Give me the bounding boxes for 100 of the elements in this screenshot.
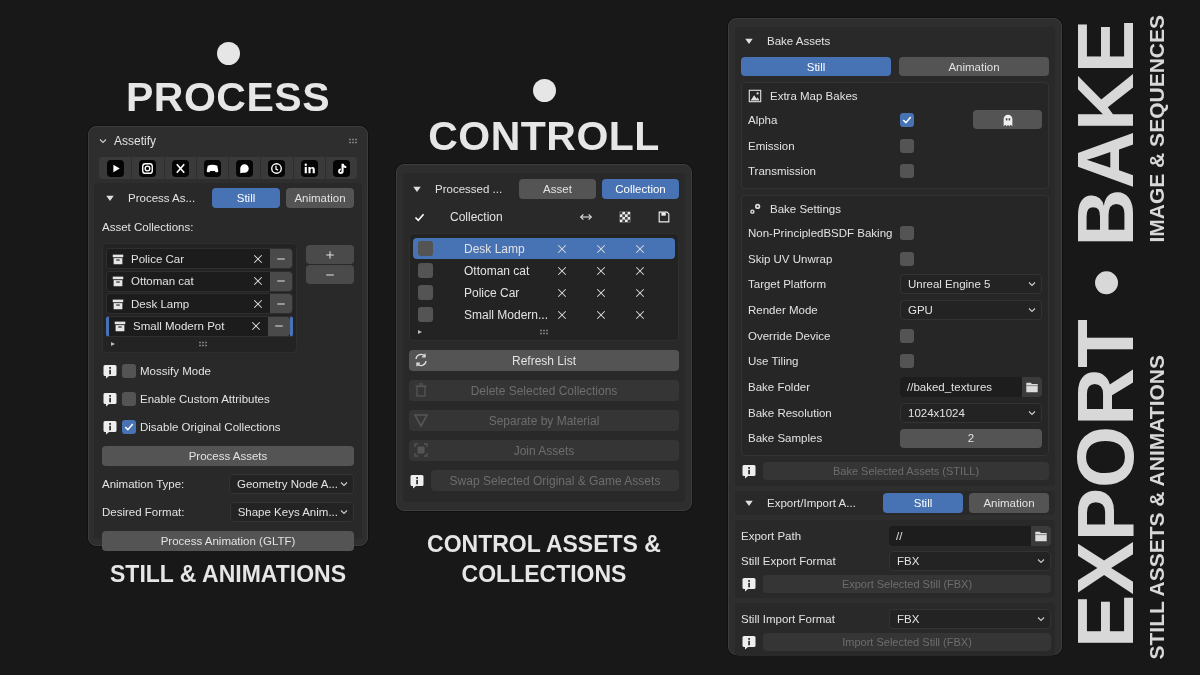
checkbox[interactable] xyxy=(900,164,914,179)
dropdown[interactable]: GPU xyxy=(900,299,1042,320)
list-item[interactable]: Ottoman cat xyxy=(106,270,293,292)
remove-button[interactable] xyxy=(270,294,292,313)
expand-triangle-icon xyxy=(109,340,117,348)
list-row[interactable]: Police Car xyxy=(413,282,675,303)
list-row[interactable]: Small Modern... xyxy=(413,304,675,325)
button[interactable]: Process Animation (GLTF) xyxy=(102,531,354,551)
dot-mark xyxy=(532,79,556,102)
checkbox[interactable] xyxy=(418,285,433,300)
collection-icon xyxy=(111,274,125,288)
checkbox[interactable] xyxy=(900,328,914,343)
field-label: Transmission xyxy=(748,165,817,178)
list-row[interactable]: Ottoman cat xyxy=(413,260,675,281)
number-field[interactable]: 2 xyxy=(900,428,1042,448)
section-title: Process As... xyxy=(128,192,197,204)
camera-icon xyxy=(139,159,157,177)
trash-icon xyxy=(413,382,429,398)
vertical-subtitle: IMAGE & SEQUENCES xyxy=(1144,15,1169,243)
dropdown[interactable]: Unreal Engine 5 xyxy=(900,274,1042,295)
checkbox[interactable] xyxy=(900,354,914,369)
dropdown[interactable]: Geometry Node A... xyxy=(229,474,354,494)
item-name: Police Car xyxy=(464,285,521,300)
tab[interactable]: Still xyxy=(741,57,891,76)
plus-icon xyxy=(324,248,336,261)
field-label: Emission xyxy=(748,139,796,152)
ghost-button[interactable] xyxy=(973,110,1042,130)
tab[interactable]: Animation xyxy=(899,57,1049,76)
folder-icon xyxy=(1025,380,1039,395)
checkbox[interactable] xyxy=(122,392,136,406)
list-item[interactable]: Desk Lamp xyxy=(106,293,293,314)
field-label: Bake Samples xyxy=(748,432,824,445)
checkbox[interactable] xyxy=(418,307,433,322)
checkbox[interactable] xyxy=(900,138,914,153)
section-title: Export/Import A... xyxy=(767,497,857,510)
blob-icon xyxy=(236,159,254,177)
checkbox[interactable] xyxy=(900,112,914,127)
gamepad-icon xyxy=(203,159,221,177)
gears-icon xyxy=(748,202,762,217)
item-name: Ottoman cat xyxy=(131,275,195,287)
folder-button[interactable] xyxy=(1022,377,1042,398)
field-label: Bake Folder xyxy=(748,381,811,394)
tab[interactable]: Still xyxy=(212,188,280,208)
heading: CONTROLL xyxy=(428,114,660,158)
heading: PROCESS xyxy=(126,75,330,119)
list-item[interactable]: Small Modern Pot xyxy=(106,315,293,337)
checkbox[interactable] xyxy=(418,263,433,278)
remove-button[interactable] xyxy=(270,271,292,291)
tab[interactable]: Animation xyxy=(969,493,1049,514)
caption: STILL & ANIMATIONS xyxy=(110,560,346,589)
checkbox[interactable] xyxy=(122,420,136,434)
checkbox[interactable] xyxy=(900,225,914,240)
button[interactable]: Refresh List xyxy=(409,350,679,371)
checkbox[interactable] xyxy=(122,364,136,378)
triangle-icon xyxy=(413,412,429,428)
option-label: Enable Custom Attributes xyxy=(140,393,270,405)
field-label: Alpha xyxy=(748,113,779,126)
field-label: Override Device xyxy=(748,329,832,342)
field-label: Still Import Format xyxy=(741,612,836,625)
info-icon xyxy=(741,634,757,651)
info-icon xyxy=(102,419,118,435)
tab[interactable]: Asset xyxy=(519,179,596,199)
list-row[interactable]: Desk Lamp xyxy=(413,238,675,259)
dropdown[interactable]: FBX xyxy=(889,550,1051,571)
remove-button[interactable] xyxy=(270,249,292,268)
expand-triangle-icon xyxy=(416,328,424,336)
dropdown[interactable]: Shape Keys Anim... xyxy=(229,502,354,522)
group-title: Extra Map Bakes xyxy=(770,90,858,102)
checkbox[interactable] xyxy=(418,241,433,256)
panel-title: Assetify xyxy=(114,133,156,148)
remove-button[interactable] xyxy=(268,316,290,336)
info-icon xyxy=(409,472,425,489)
clock-icon xyxy=(268,159,286,177)
tab[interactable]: Still xyxy=(883,493,963,514)
button[interactable]: Process Assets xyxy=(102,446,354,466)
tab[interactable]: Collection xyxy=(602,179,679,199)
profile-icon xyxy=(300,159,318,177)
tab[interactable]: Animation xyxy=(286,188,354,208)
dropdown[interactable]: 1024x1024 xyxy=(900,402,1042,423)
path-field[interactable]: //baked_textures xyxy=(900,377,1042,398)
section-title: Processed ... xyxy=(435,183,504,195)
section-title: Bake Assets xyxy=(767,35,831,47)
refresh-icon xyxy=(413,352,429,368)
group-title: Bake Settings xyxy=(770,203,841,216)
field-label: Bake Resolution xyxy=(748,406,833,419)
info-icon xyxy=(741,576,757,593)
checker-icon xyxy=(618,210,632,224)
folder-button[interactable] xyxy=(1031,525,1051,546)
item-name: Desk Lamp xyxy=(464,241,526,256)
field-label: Skip UV Unwrap xyxy=(748,252,834,265)
cross-icon xyxy=(252,297,264,310)
field-label: Desired Format: xyxy=(102,506,186,518)
path-field[interactable]: // xyxy=(889,525,1051,546)
add-button[interactable] xyxy=(306,245,354,264)
note-icon xyxy=(332,159,350,177)
label: Asset Collections: xyxy=(102,221,195,233)
list-item[interactable]: Police Car xyxy=(106,248,293,269)
dropdown[interactable]: FBX xyxy=(889,608,1051,629)
square-icon xyxy=(413,442,429,458)
checkbox[interactable] xyxy=(900,251,914,266)
